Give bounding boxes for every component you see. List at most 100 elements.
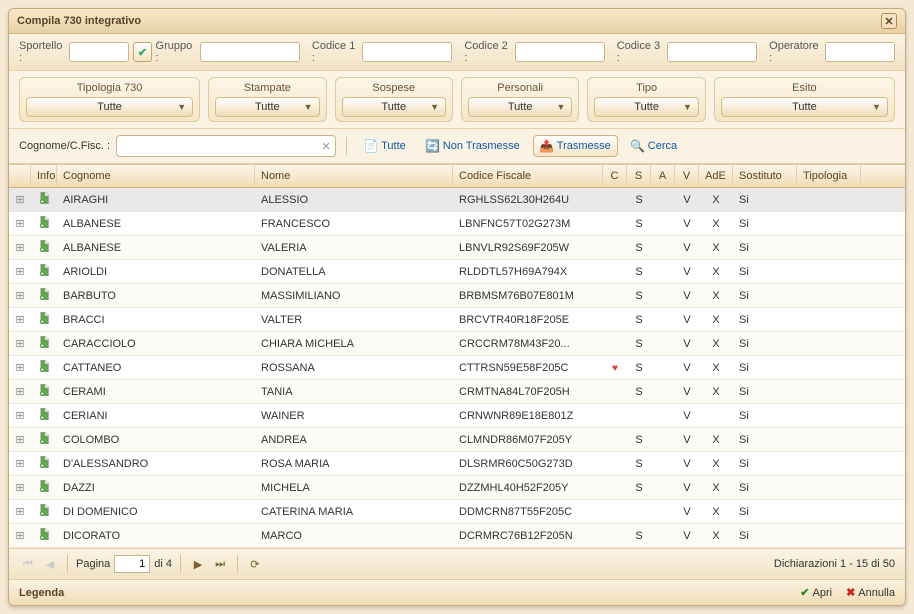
- table-row[interactable]: ⊞CERAMITANIACRMTNA84L70F205HSVXSi: [9, 380, 905, 404]
- expand-icon[interactable]: ⊞: [9, 385, 31, 398]
- row-info-icon[interactable]: [31, 455, 57, 472]
- row-info-icon[interactable]: [31, 311, 57, 328]
- codice1-input[interactable]: [362, 42, 452, 62]
- col-info[interactable]: Info: [31, 165, 57, 187]
- prev-page-button[interactable]: ◀: [41, 555, 59, 573]
- cell-cognome: DICORATO: [57, 530, 255, 542]
- dropdown-value: Tutte: [255, 101, 280, 113]
- col-v[interactable]: V: [675, 165, 699, 187]
- dropdown-button[interactable]: Tutte▼: [594, 97, 698, 117]
- row-info-icon[interactable]: [31, 191, 57, 208]
- search-input[interactable]: [117, 140, 317, 152]
- chevron-down-icon: ▼: [304, 102, 313, 112]
- row-info-icon[interactable]: [31, 407, 57, 424]
- table-row[interactable]: ⊞ALBANESEVALERIALBNVLR92S69F205WSVXSi: [9, 236, 905, 260]
- row-info-icon[interactable]: [31, 263, 57, 280]
- pager: ⏮ ◀ Pagina di 4 ▶ ⏭ ⟳ Dichiarazioni 1 - …: [9, 548, 905, 579]
- table-row[interactable]: ⊞COLOMBOANDREACLMNDR86M07F205YSVXSi: [9, 428, 905, 452]
- table-row[interactable]: ⊞DI DOMENICOCATERINA MARIADDMCRN87T55F20…: [9, 500, 905, 524]
- row-info-icon[interactable]: [31, 503, 57, 520]
- expand-icon[interactable]: ⊞: [9, 265, 31, 278]
- last-page-button[interactable]: ⏭: [211, 555, 229, 573]
- col-ade[interactable]: AdE: [699, 165, 733, 187]
- expand-icon[interactable]: ⊞: [9, 433, 31, 446]
- table-row[interactable]: ⊞CARACCIOLOCHIARA MICHELACRCCRM78M43F20.…: [9, 332, 905, 356]
- col-sostituto[interactable]: Sostituto: [733, 165, 797, 187]
- next-page-button[interactable]: ▶: [189, 555, 207, 573]
- col-nome[interactable]: Nome: [255, 165, 453, 187]
- sportello-confirm-button[interactable]: ✔: [133, 42, 151, 62]
- filter-nontrasmesse-link[interactable]: 🔄 Non Trasmesse: [419, 135, 527, 157]
- filter-trasmesse-link[interactable]: 📤 Trasmesse: [533, 135, 618, 157]
- row-info-icon[interactable]: [31, 527, 57, 544]
- expand-icon[interactable]: ⊞: [9, 457, 31, 470]
- table-row[interactable]: ⊞D'ALESSANDROROSA MARIADLSRMR60C50G273DS…: [9, 452, 905, 476]
- expand-icon[interactable]: ⊞: [9, 241, 31, 254]
- table-row[interactable]: ⊞DAZZIMICHELADZZMHL40H52F205YSVXSi: [9, 476, 905, 500]
- table-row[interactable]: ⊞ARIOLDIDONATELLARLDDTL57H69A794XSVXSi: [9, 260, 905, 284]
- results-grid: Info Cognome Nome Codice Fiscale C S A V…: [9, 164, 905, 548]
- cell-ade: X: [699, 338, 733, 350]
- codice3-input[interactable]: [667, 42, 757, 62]
- table-row[interactable]: ⊞CERIANIWAINERCRNWNR89E18E801ZVSi: [9, 404, 905, 428]
- row-info-icon[interactable]: [31, 215, 57, 232]
- gruppo-input[interactable]: [200, 42, 300, 62]
- expand-icon[interactable]: ⊞: [9, 529, 31, 542]
- pager-label: Pagina: [76, 558, 110, 570]
- dropdown-button[interactable]: Tutte▼: [26, 97, 193, 117]
- dropdown-button[interactable]: Tutte▼: [721, 97, 888, 117]
- cell-nome: ROSSANA: [255, 362, 453, 374]
- sportello-input[interactable]: [69, 42, 129, 62]
- expand-icon[interactable]: ⊞: [9, 289, 31, 302]
- col-cf[interactable]: Codice Fiscale: [453, 165, 603, 187]
- refresh-button[interactable]: ⟳: [246, 555, 264, 573]
- table-row[interactable]: ⊞CATTANEOROSSANACTTRSN59E58F205C♥SVXSi: [9, 356, 905, 380]
- col-cognome[interactable]: Cognome: [57, 165, 255, 187]
- table-row[interactable]: ⊞AIRAGHIALESSIORGHLSS62L30H264USVXSi: [9, 188, 905, 212]
- expand-icon[interactable]: ⊞: [9, 337, 31, 350]
- dropdown-button[interactable]: Tutte ▼: [215, 97, 319, 117]
- dropdown-label: Tipologia 730: [26, 82, 193, 94]
- titlebar: Compila 730 integrativo ✕: [9, 9, 905, 34]
- expand-icon[interactable]: ⊞: [9, 217, 31, 230]
- row-info-icon[interactable]: [31, 383, 57, 400]
- codice2-input[interactable]: [515, 42, 605, 62]
- expand-icon[interactable]: ⊞: [9, 313, 31, 326]
- expand-icon[interactable]: ⊞: [9, 193, 31, 206]
- col-c[interactable]: C: [603, 165, 627, 187]
- expand-icon[interactable]: ⊞: [9, 481, 31, 494]
- sent-icon: 📤: [540, 139, 554, 153]
- col-a[interactable]: A: [651, 165, 675, 187]
- col-tipologia[interactable]: Tipologia: [797, 165, 861, 187]
- expand-icon[interactable]: ⊞: [9, 361, 31, 374]
- row-info-icon[interactable]: [31, 335, 57, 352]
- dropdown-personali: PersonaliTutte▼: [461, 77, 579, 122]
- row-info-icon[interactable]: [31, 239, 57, 256]
- cell-cf: BRBMSM76B07E801M: [453, 290, 603, 302]
- row-info-icon[interactable]: [31, 359, 57, 376]
- legenda-label: Legenda: [19, 587, 64, 599]
- clear-search-icon[interactable]: ✕: [317, 140, 335, 153]
- dropdown-button[interactable]: Tutte▼: [468, 97, 572, 117]
- expand-icon[interactable]: ⊞: [9, 505, 31, 518]
- row-info-icon[interactable]: [31, 479, 57, 496]
- first-page-button[interactable]: ⏮: [19, 555, 37, 573]
- row-info-icon[interactable]: [31, 287, 57, 304]
- cell-cognome: ALBANESE: [57, 242, 255, 254]
- page-number-input[interactable]: [114, 555, 150, 573]
- table-row[interactable]: ⊞BARBUTOMASSIMILIANOBRBMSM76B07E801MSVXS…: [9, 284, 905, 308]
- col-s[interactable]: S: [627, 165, 651, 187]
- operatore-input[interactable]: [825, 42, 895, 62]
- cell-ade: X: [699, 386, 733, 398]
- search-button[interactable]: 🔍 Cerca: [624, 135, 684, 157]
- row-info-icon[interactable]: [31, 431, 57, 448]
- dropdown-button[interactable]: Tutte▼: [342, 97, 446, 117]
- search-label: Cognome/C.Fisc. :: [19, 140, 110, 152]
- cell-sostituto: Si: [733, 386, 797, 398]
- filter-tutte-link[interactable]: 📄 Tutte: [357, 135, 413, 157]
- close-button[interactable]: ✕: [881, 13, 897, 29]
- table-row[interactable]: ⊞DICORATOMARCODCRMRC76B12F205NSVXSi: [9, 524, 905, 548]
- table-row[interactable]: ⊞ALBANESEFRANCESCOLBNFNC57T02G273MSVXSi: [9, 212, 905, 236]
- expand-icon[interactable]: ⊞: [9, 409, 31, 422]
- table-row[interactable]: ⊞BRACCIVALTERBRCVTR40R18F205ESVXSi: [9, 308, 905, 332]
